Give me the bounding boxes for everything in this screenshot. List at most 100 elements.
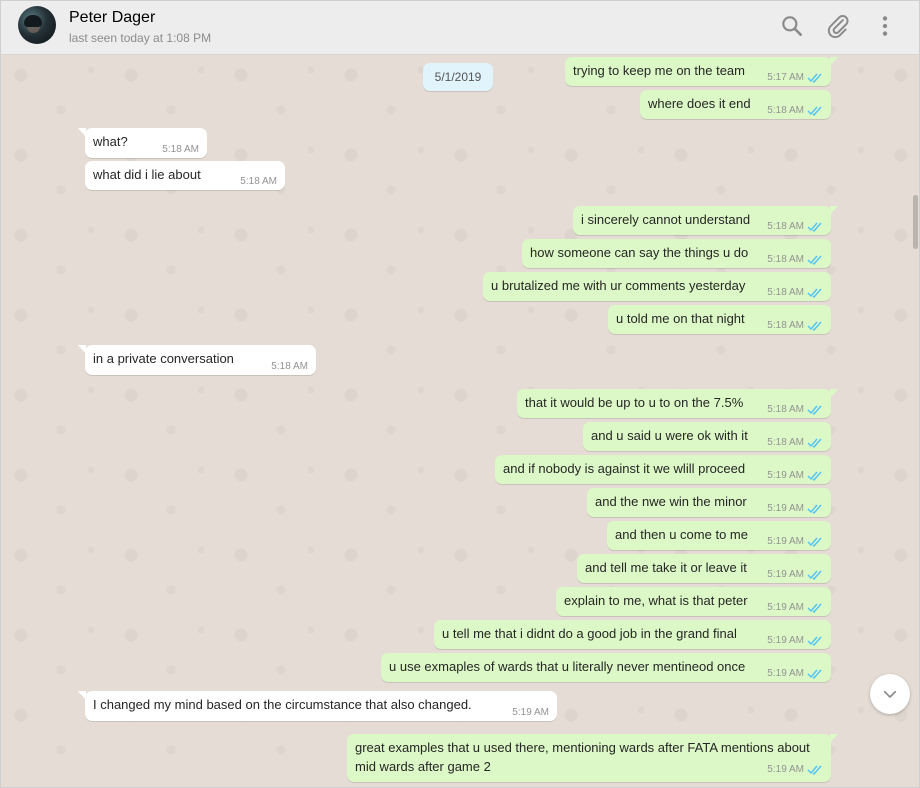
- read-receipt-icon: [807, 503, 823, 514]
- message-time: 5:19 AM: [767, 503, 804, 514]
- message-time: 5:18 AM: [162, 144, 199, 155]
- message-time: 5:19 AM: [767, 569, 804, 580]
- outgoing-message[interactable]: trying to keep me on the team 5:17 AM: [565, 57, 838, 86]
- read-receipt-icon: [807, 287, 823, 298]
- message-time: 5:19 AM: [512, 707, 549, 718]
- read-receipt-icon: [807, 470, 823, 481]
- message-text: what did i lie about: [93, 167, 201, 182]
- message-text: in a private conversation: [93, 351, 234, 366]
- message-text: trying to keep me on the team: [573, 63, 745, 78]
- message-meta: 5:18 AM: [767, 287, 823, 298]
- avatar-hair: [24, 15, 42, 27]
- search-icon[interactable]: [779, 13, 805, 39]
- message-time: 5:18 AM: [767, 254, 804, 265]
- message-meta: 5:18 AM: [767, 105, 823, 116]
- outgoing-message[interactable]: i sincerely cannot understand 5:18 AM: [573, 206, 838, 235]
- message-list[interactable]: 5/1/2019 trying to keep me on the team 5:…: [1, 55, 919, 787]
- message-text: how someone can say the things u do: [530, 245, 749, 260]
- read-receipt-icon: [807, 221, 823, 232]
- message-time: 5:19 AM: [767, 668, 804, 679]
- message-time: 5:19 AM: [767, 470, 804, 481]
- message-meta: 5:19 AM: [767, 668, 823, 679]
- outgoing-message[interactable]: and the nwe win the minor 5:19 AM: [587, 488, 831, 517]
- outgoing-message[interactable]: and then u come to me 5:19 AM: [607, 521, 831, 550]
- menu-icon[interactable]: [872, 13, 898, 39]
- read-receipt-icon: [807, 320, 823, 331]
- message-time: 5:19 AM: [767, 635, 804, 646]
- incoming-message[interactable]: what? 5:18 AM: [78, 128, 207, 158]
- attach-icon[interactable]: [825, 13, 851, 39]
- message-text: and if nobody is against it we wlill pro…: [503, 461, 746, 476]
- message-time: 5:18 AM: [767, 320, 804, 331]
- message-text: and the nwe win the minor: [595, 494, 747, 509]
- read-receipt-icon: [807, 536, 823, 547]
- outgoing-message[interactable]: great examples that u used there, mentio…: [347, 734, 838, 782]
- chat-header: Peter Dager last seen today at 1:08 PM: [1, 1, 919, 55]
- message-meta: 5:19 AM: [767, 635, 823, 646]
- outgoing-message[interactable]: u tell me that i didnt do a good job in …: [434, 620, 831, 649]
- message-meta: 5:19 AM: [767, 470, 823, 481]
- chat-window: Peter Dager last seen today at 1:08 PM 5…: [0, 0, 920, 788]
- contact-name[interactable]: Peter Dager: [69, 9, 155, 27]
- message-text: and tell me take it or leave it: [585, 560, 747, 575]
- message-time: 5:18 AM: [767, 437, 804, 448]
- outgoing-message[interactable]: how someone can say the things u do 5:18 …: [522, 239, 831, 268]
- read-receipt-icon: [807, 569, 823, 580]
- message-time: 5:18 AM: [767, 105, 804, 116]
- chat-scrollbar[interactable]: [912, 55, 919, 787]
- message-time: 5:18 AM: [240, 176, 277, 187]
- read-receipt-icon: [807, 635, 823, 646]
- read-receipt-icon: [807, 668, 823, 679]
- outgoing-message[interactable]: u told me on that night 5:18 AM: [608, 305, 831, 334]
- message-meta: 5:18 AM: [767, 221, 823, 232]
- message-time: 5:18 AM: [767, 287, 804, 298]
- message-time: 5:19 AM: [767, 602, 804, 613]
- outgoing-message[interactable]: and u said u were ok with it 5:18 AM: [583, 422, 831, 451]
- read-receipt-icon: [807, 105, 823, 116]
- message-meta: 5:18 AM: [162, 144, 199, 155]
- incoming-message[interactable]: what did i lie about 5:18 AM: [85, 161, 285, 190]
- last-seen-status: last seen today at 1:08 PM: [69, 31, 212, 45]
- message-time: 5:18 AM: [271, 361, 308, 372]
- contact-avatar[interactable]: [18, 6, 56, 44]
- message-time: 5:18 AM: [767, 221, 804, 232]
- message-text: u tell me that i didnt do a good job in …: [442, 626, 737, 641]
- message-time: 5:19 AM: [767, 764, 804, 775]
- outgoing-message[interactable]: where does it end 5:18 AM: [640, 90, 831, 119]
- message-text: u use exmaples of wards that u literally…: [389, 659, 746, 674]
- read-receipt-icon: [807, 404, 823, 415]
- message-meta: 5:19 AM: [512, 707, 549, 718]
- message-meta: 5:17 AM: [767, 72, 823, 83]
- message-text: where does it end: [648, 96, 751, 111]
- message-text: and u said u were ok with it: [591, 428, 748, 443]
- message-text: u told me on that night: [616, 311, 745, 326]
- message-meta: 5:18 AM: [767, 404, 823, 415]
- incoming-message[interactable]: in a private conversation 5:18 AM: [78, 345, 316, 375]
- message-meta: 5:19 AM: [767, 569, 823, 580]
- message-time: 5:17 AM: [767, 72, 804, 83]
- date-divider: 5/1/2019: [423, 63, 493, 91]
- read-receipt-icon: [807, 764, 823, 775]
- message-meta: 5:18 AM: [271, 361, 308, 372]
- outgoing-message[interactable]: explain to me, what is that peter 5:19 AM: [556, 587, 831, 616]
- message-text: and then u come to me: [615, 527, 748, 542]
- message-time: 5:19 AM: [767, 536, 804, 547]
- outgoing-message[interactable]: and tell me take it or leave it 5:19 AM: [577, 554, 831, 583]
- chevron-down-icon: [883, 690, 897, 698]
- message-text: i sincerely cannot understand: [581, 212, 751, 227]
- scrollbar-thumb[interactable]: [913, 195, 918, 249]
- read-receipt-icon: [807, 437, 823, 448]
- read-receipt-icon: [807, 72, 823, 83]
- message-meta: 5:19 AM: [767, 503, 823, 514]
- message-meta: 5:18 AM: [767, 320, 823, 331]
- incoming-message[interactable]: I changed my mind based on the circumsta…: [78, 691, 557, 721]
- outgoing-message[interactable]: u brutalized me with ur comments yesterd…: [483, 272, 831, 301]
- message-text: explain to me, what is that peter: [564, 593, 748, 608]
- outgoing-message[interactable]: u use exmaples of wards that u literally…: [381, 653, 831, 682]
- outgoing-message[interactable]: that it would be up to u to on the 7.5% 5…: [517, 389, 838, 418]
- outgoing-message[interactable]: and if nobody is against it we wlill pro…: [495, 455, 831, 484]
- scroll-to-bottom-button[interactable]: [870, 674, 910, 714]
- message-text: I changed my mind based on the circumsta…: [93, 697, 472, 712]
- message-meta: 5:18 AM: [767, 254, 823, 265]
- message-meta: 5:19 AM: [767, 536, 823, 547]
